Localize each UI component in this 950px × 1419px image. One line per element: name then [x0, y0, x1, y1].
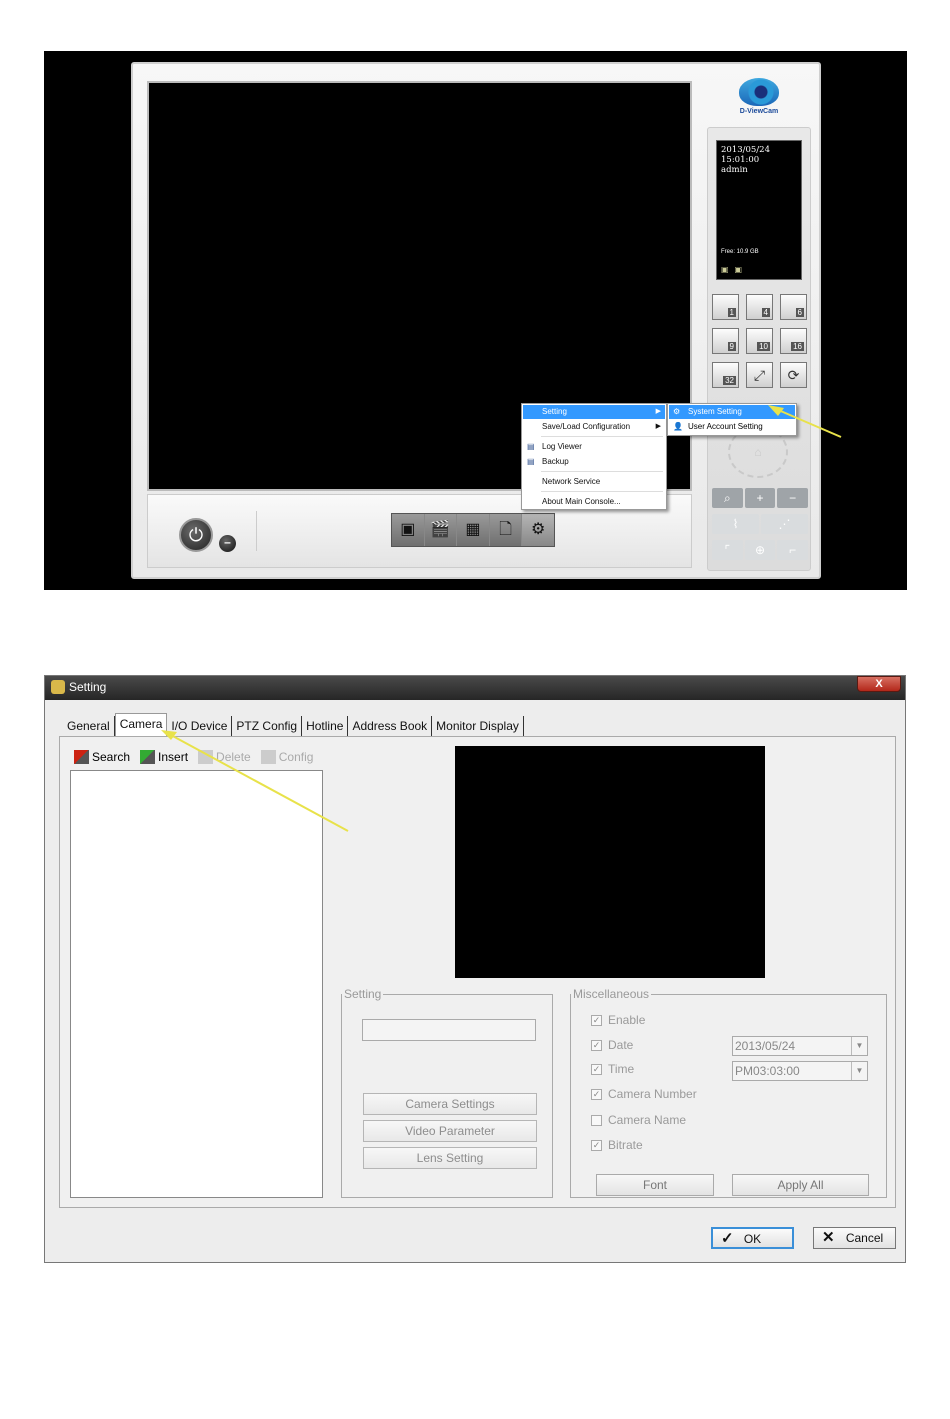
main-console-screenshot: ⏻ – ▣ 🎬 ▦ 🗋 ⚙ D-ViewCam 2013/05/24 15:01…	[44, 51, 907, 590]
annotation-arrow	[161, 730, 349, 832]
setting-dialog: Setting X General Camera I/O Device PTZ …	[44, 675, 906, 1263]
annotation-arrow	[768, 405, 842, 438]
